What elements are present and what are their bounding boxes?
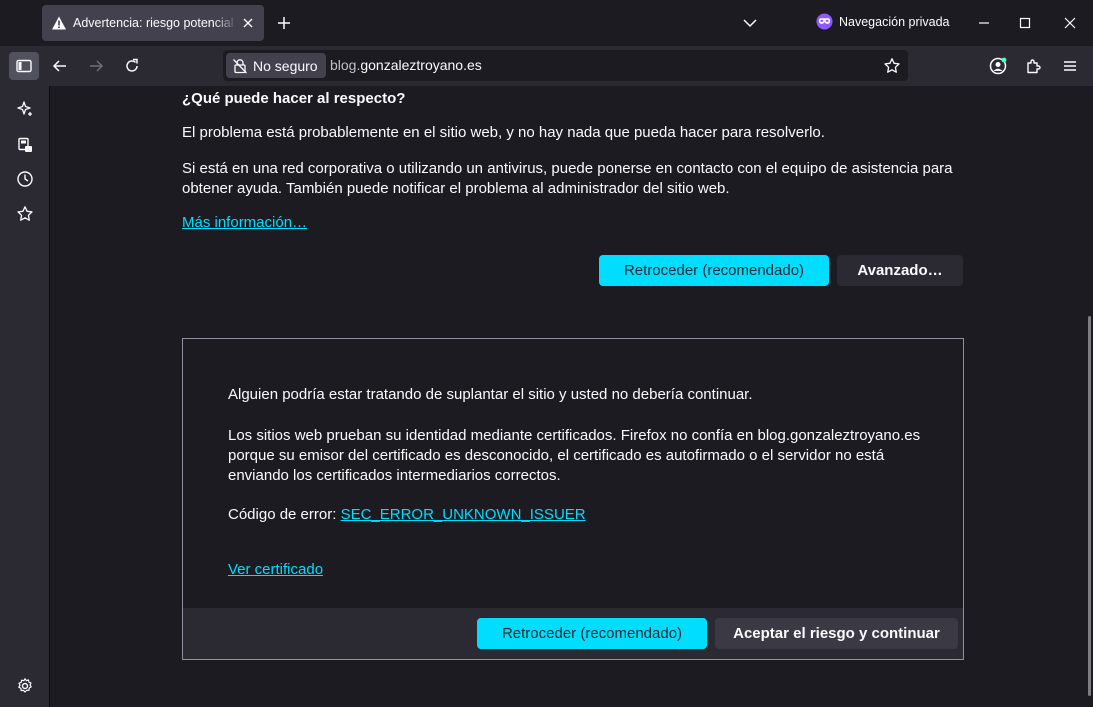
advanced-panel: Alguien podría estar tratando de suplant… (182, 338, 964, 660)
hamburger-menu-icon (1064, 61, 1076, 71)
close-window-icon[interactable] (1060, 13, 1080, 33)
advanced-button[interactable]: Avanzado… (837, 255, 963, 286)
accept-risk-button[interactable]: Aceptar el riesgo y continuar (715, 618, 958, 649)
bookmark-star-icon[interactable] (883, 57, 901, 75)
url-bar[interactable]: No seguro blog.gonzaleztroyano.es (223, 50, 908, 81)
bookmarks-star-icon[interactable] (16, 205, 34, 223)
spoofing-warning: Alguien podría estar tratando de suplant… (228, 386, 753, 403)
more-info-link[interactable]: Más información… (182, 214, 307, 231)
navigation-toolbar: No seguro blog.gonzaleztroyano.es (0, 46, 1093, 86)
back-button[interactable] (45, 52, 75, 80)
private-label: Navegación privada (839, 14, 950, 29)
sidebar-toggle-button[interactable] (9, 52, 39, 80)
tab-warning[interactable]: Advertencia: riesgo potencial de segurid… (42, 5, 264, 41)
ai-chatbot-sparkle-icon[interactable] (16, 100, 34, 118)
sidebar-icon (16, 59, 32, 73)
error-code-link[interactable]: SEC_ERROR_UNKNOWN_ISSUER (341, 506, 586, 523)
settings-gear-icon[interactable] (16, 677, 34, 695)
insecure-lock-icon (233, 58, 247, 73)
account-button[interactable] (983, 52, 1013, 80)
view-certificate-link[interactable]: Ver certificado (228, 561, 323, 578)
page-content: ¿Qué puede hacer al respecto? El problem… (51, 86, 1093, 707)
list-all-tabs-icon[interactable] (741, 14, 759, 32)
new-tab-icon[interactable] (274, 13, 294, 33)
tab-title: Advertencia: riesgo potencial de segurid… (73, 16, 238, 30)
history-clock-icon[interactable] (16, 170, 34, 188)
minimize-icon[interactable] (974, 13, 994, 33)
title-bar: Advertencia: riesgo potencial de segurid… (0, 0, 1093, 46)
advanced-panel-footer: Retroceder (recomendado) Aceptar el ries… (183, 608, 963, 659)
error-code-line: Código de error: SEC_ERROR_UNKNOWN_ISSUE… (228, 506, 586, 523)
synced-tabs-icon[interactable] (16, 136, 34, 154)
menu-button[interactable] (1055, 52, 1085, 80)
not-secure-label: No seguro (253, 57, 318, 74)
close-tab-icon[interactable] (240, 15, 256, 31)
advanced-go-back-button[interactable]: Retroceder (recomendado) (477, 618, 707, 649)
maximize-icon[interactable] (1015, 13, 1035, 33)
reload-icon (126, 58, 138, 72)
warning-icon (52, 16, 66, 30)
reload-button[interactable] (117, 52, 147, 80)
certificate-explanation: Los sitios web prueban su identidad medi… (228, 427, 921, 484)
private-mask-icon (816, 13, 833, 30)
url-subdomain: blog. (330, 57, 361, 73)
not-secure-indicator[interactable]: No seguro (226, 53, 326, 78)
private-browsing-indicator: Navegación privada (816, 13, 950, 30)
extensions-button[interactable] (1019, 52, 1049, 80)
url-domain: gonzaleztroyano.es (360, 57, 482, 73)
problem-description: El problema está probablemente en el sit… (182, 124, 825, 141)
url-text[interactable]: blog.gonzaleztroyano.es (330, 57, 482, 73)
help-description: Si está en una red corporativa o utiliza… (182, 160, 953, 197)
go-back-button[interactable]: Retroceder (recomendado) (599, 255, 829, 286)
what-to-do-heading: ¿Qué puede hacer al respecto? (182, 90, 406, 107)
sidebar (0, 86, 50, 707)
forward-arrow-icon (90, 60, 104, 72)
forward-button[interactable] (81, 52, 111, 80)
back-arrow-icon (52, 60, 66, 72)
puzzle-piece-icon (1027, 59, 1041, 74)
scrollbar[interactable] (1088, 316, 1091, 696)
account-icon (989, 57, 1007, 75)
error-code-label: Código de error: (228, 506, 341, 523)
